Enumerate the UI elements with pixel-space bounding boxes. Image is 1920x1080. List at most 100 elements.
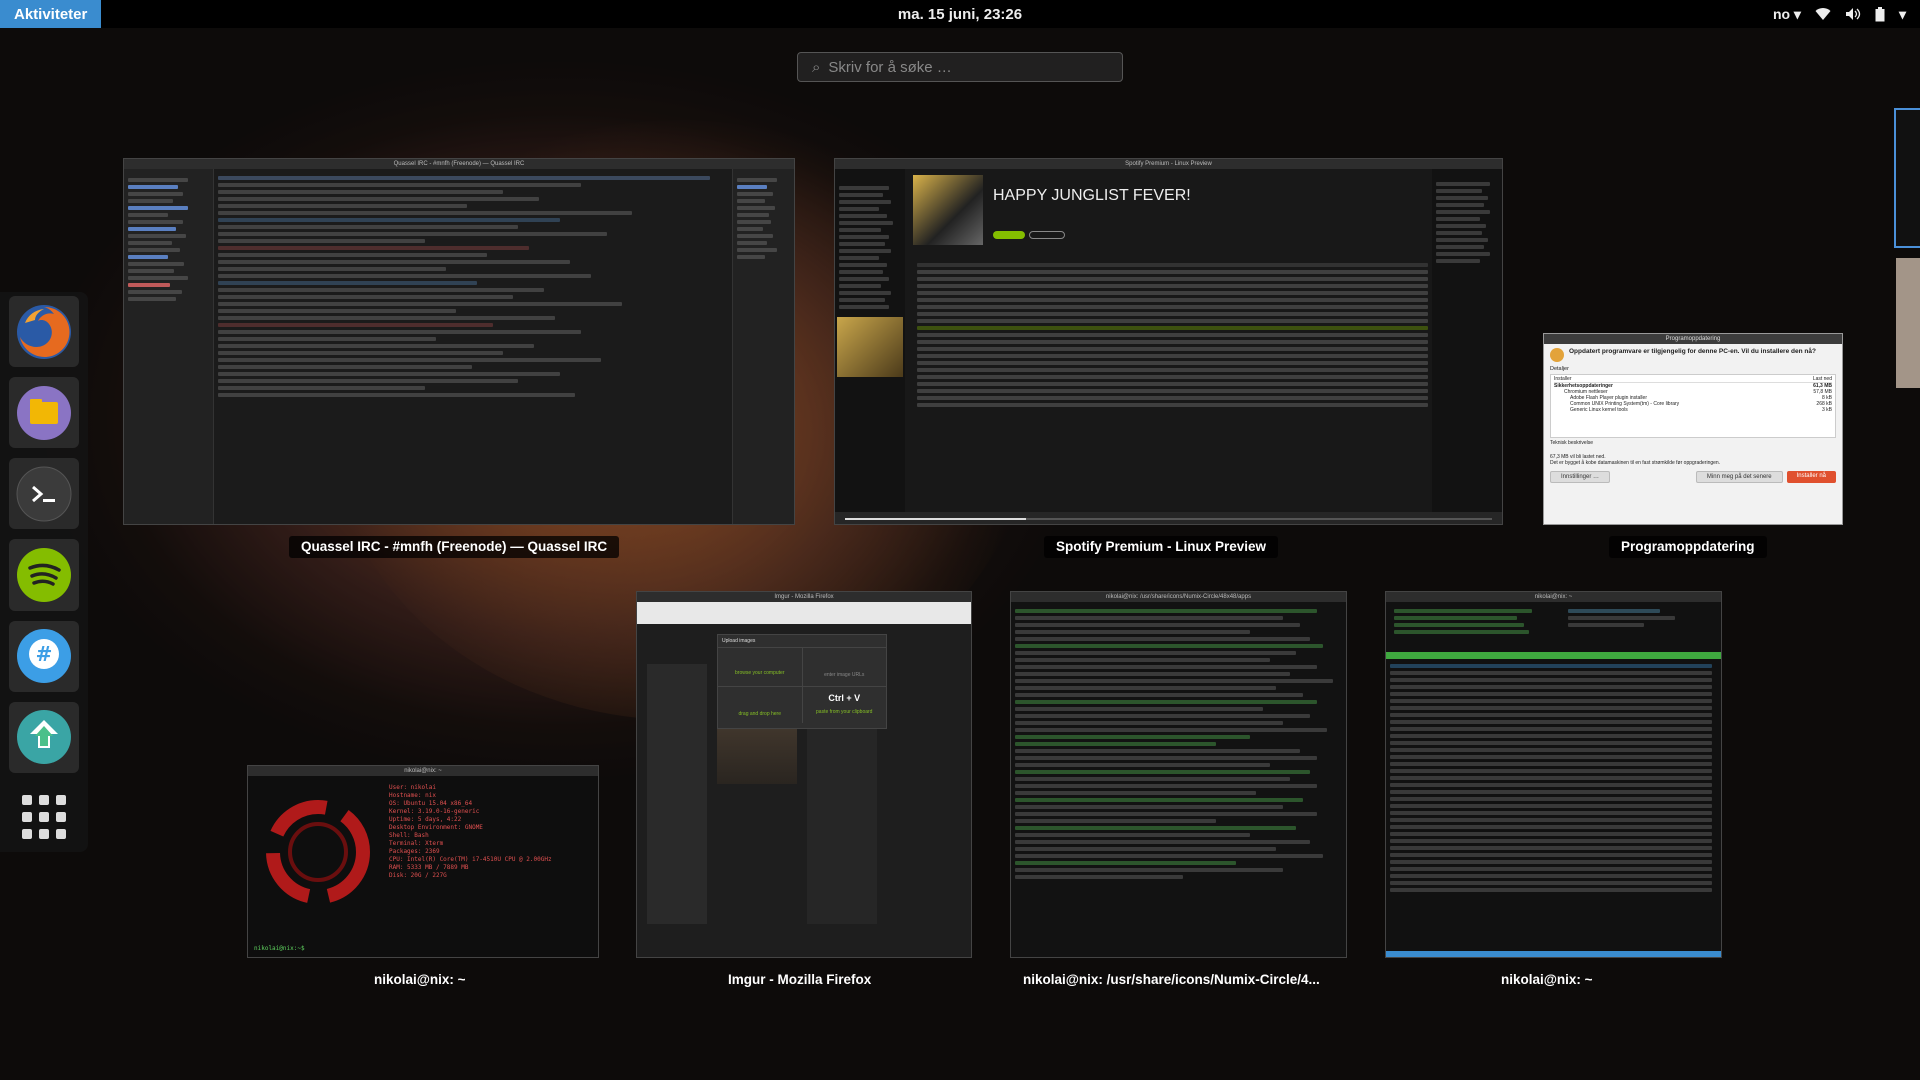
- files-icon: [17, 385, 71, 440]
- window-title: Imgur - Mozilla Firefox: [637, 592, 971, 602]
- install-now-button[interactable]: Installer nå: [1786, 471, 1836, 483]
- window-title: Programoppdatering: [1544, 334, 1842, 344]
- system-info: User: nikolai Hostname: nix OS: Ubuntu 1…: [386, 782, 555, 922]
- drag-drop-option[interactable]: drag and drop here: [718, 687, 803, 723]
- keyboard-layout[interactable]: no ▾: [1773, 6, 1801, 23]
- url-input[interactable]: enter image URLs: [803, 648, 887, 686]
- details-expander[interactable]: Detaljer: [1550, 366, 1836, 372]
- player-bar[interactable]: [835, 512, 1502, 524]
- update-item[interactable]: Generic Linux kernel tools: [1570, 407, 1628, 413]
- window-caption-terminal-numix[interactable]: nikolai@nix: /usr/share/icons/Numix-Circ…: [1011, 969, 1332, 991]
- info-line: OS: Ubuntu 15.04 x86_64: [389, 800, 473, 807]
- dock-files[interactable]: [9, 377, 79, 449]
- workspace-thumbnail-2[interactable]: [1896, 258, 1920, 388]
- update-icon: [1550, 348, 1564, 362]
- firefox-icon: [17, 304, 71, 359]
- album-art: [837, 317, 903, 377]
- info-line: Hostname: nix: [389, 792, 436, 799]
- playlist-cover: [913, 175, 983, 245]
- window-caption-terminal-1[interactable]: nikolai@nix: ~: [362, 969, 478, 991]
- col-size: Last ned: [1812, 376, 1832, 382]
- search-icon: ⌕: [812, 58, 821, 76]
- dock-quassel[interactable]: #: [9, 620, 79, 692]
- wifi-icon[interactable]: [1815, 7, 1831, 21]
- info-line: RAM: 5333 MB / 7889 MB: [389, 864, 469, 871]
- info-line: Terminal: Xterm: [389, 840, 444, 847]
- window-title: Quassel IRC - #mnfh (Freenode) — Quassel…: [124, 159, 794, 169]
- upload-dialog[interactable]: Upload images browse your computer enter…: [717, 634, 887, 729]
- window-terminal-htop[interactable]: nikolai@nix: ~: [1385, 591, 1722, 958]
- spotify-icon: [17, 547, 71, 602]
- paste-hint: paste from your clipboard: [816, 709, 873, 715]
- window-spotify[interactable]: Spotify Premium - Linux Preview HAPPY JU…: [834, 158, 1503, 525]
- paste-shortcut: Ctrl + V: [828, 693, 861, 703]
- window-title: nikolai@nix: /usr/share/icons/Numix-Circ…: [1011, 592, 1346, 602]
- browse-option[interactable]: browse your computer: [718, 648, 803, 686]
- battery-icon[interactable]: [1875, 6, 1885, 22]
- update-size: 3 kB: [1821, 407, 1832, 413]
- window-terminal-screenfetch[interactable]: nikolai@nix: ~ User: nikolai Hostname: n…: [247, 765, 599, 958]
- dock-firefox[interactable]: [9, 296, 79, 368]
- top-bar: Aktiviteter ma. 15 juni, 23:26 no ▾ ▾: [0, 0, 1920, 28]
- window-caption-quassel[interactable]: Quassel IRC - #mnfh (Freenode) — Quassel…: [289, 536, 620, 558]
- activities-button[interactable]: Aktiviteter: [0, 0, 102, 28]
- htop-function-bar[interactable]: [1386, 951, 1721, 957]
- chat-view: [214, 169, 732, 524]
- quassel-icon: #: [17, 629, 71, 684]
- window-imgur[interactable]: Imgur - Mozilla Firefox Upload images br…: [636, 591, 972, 958]
- dock-update[interactable]: [9, 701, 79, 773]
- progress-bar[interactable]: [845, 518, 1492, 520]
- info-line: Uptime: 5 days, 4:22: [389, 816, 462, 823]
- window-title: nikolai@nix: ~: [248, 766, 598, 776]
- update-list[interactable]: Installer Last ned Sikkerhetsoppdatering…: [1550, 374, 1836, 438]
- info-line: User: nikolai: [389, 784, 436, 791]
- clock[interactable]: ma. 15 juni, 23:26: [898, 6, 1022, 23]
- dock-spotify[interactable]: [9, 539, 79, 611]
- ubuntu-logo: [258, 782, 378, 922]
- process-list[interactable]: [1386, 659, 1721, 892]
- update-icon: [17, 710, 71, 765]
- window-terminal-numix[interactable]: nikolai@nix: /usr/share/icons/Numix-Circ…: [1010, 591, 1347, 958]
- update-heading: Oppdatert programvare er tilgjengelig fo…: [1569, 348, 1816, 355]
- keyboard-layout-label: no: [1772, 6, 1791, 22]
- terminal-icon: [16, 466, 72, 522]
- workspace-thumbnail-active[interactable]: [1894, 108, 1920, 248]
- settings-button[interactable]: Innstillinger …: [1550, 471, 1611, 483]
- paste-option[interactable]: Ctrl + V paste from your clipboard: [803, 687, 887, 723]
- search-placeholder: Skriv for å søke …: [828, 58, 952, 76]
- info-line: CPU: Intel(R) Core(TM) i7-4510U CPU @ 2.…: [389, 856, 552, 863]
- dock-terminal[interactable]: [9, 458, 79, 530]
- window-caption-update[interactable]: Programoppdatering: [1609, 536, 1767, 558]
- shell-prompt[interactable]: nikolai@nix:~$: [251, 944, 308, 954]
- window-title: nikolai@nix: ~: [1386, 592, 1721, 602]
- info-line: Kernel: 3.19.0-16-generic: [389, 808, 480, 815]
- dash: #: [0, 292, 88, 852]
- app-grid-icon[interactable]: [9, 783, 79, 852]
- window-caption-terminal-2[interactable]: nikolai@nix: ~: [1489, 969, 1605, 991]
- window-caption-imgur[interactable]: Imgur - Mozilla Firefox: [716, 969, 883, 991]
- channel-list: [124, 169, 214, 524]
- system-tray[interactable]: no ▾ ▾: [1773, 0, 1906, 28]
- browser-toolbar[interactable]: [637, 602, 971, 624]
- htop-meters: [1386, 602, 1721, 652]
- htop-header: [1386, 652, 1721, 659]
- window-quassel[interactable]: Quassel IRC - #mnfh (Freenode) — Quassel…: [123, 158, 795, 525]
- dialog-title: Upload images: [718, 635, 886, 648]
- follow-button[interactable]: [1029, 231, 1065, 239]
- info-line: Shell: Bash: [389, 832, 429, 839]
- playlist-title: HAPPY JUNGLIST FEVER!: [993, 187, 1191, 204]
- terminal-output: [1011, 602, 1346, 879]
- remind-later-button[interactable]: Minn meg på det senere: [1695, 471, 1783, 483]
- play-button[interactable]: [993, 231, 1025, 239]
- window-caption-spotify[interactable]: Spotify Premium - Linux Preview: [1044, 536, 1279, 558]
- power-warning: Det er bygget å kobe datamaskinen til en…: [1550, 460, 1721, 466]
- friend-feed: [1432, 169, 1502, 512]
- svg-text:#: #: [36, 642, 53, 666]
- search-input[interactable]: ⌕ Skriv for å søke …: [797, 52, 1123, 82]
- info-line: Desktop Environment: GNOME: [389, 824, 483, 831]
- system-menu-icon[interactable]: ▾: [1899, 6, 1906, 23]
- volume-icon[interactable]: [1845, 7, 1861, 21]
- col-installer: Installer: [1554, 376, 1572, 382]
- window-update[interactable]: Programoppdatering Oppdatert programvare…: [1543, 333, 1843, 525]
- technical-description[interactable]: Teknisk beskrivelse: [1550, 440, 1836, 446]
